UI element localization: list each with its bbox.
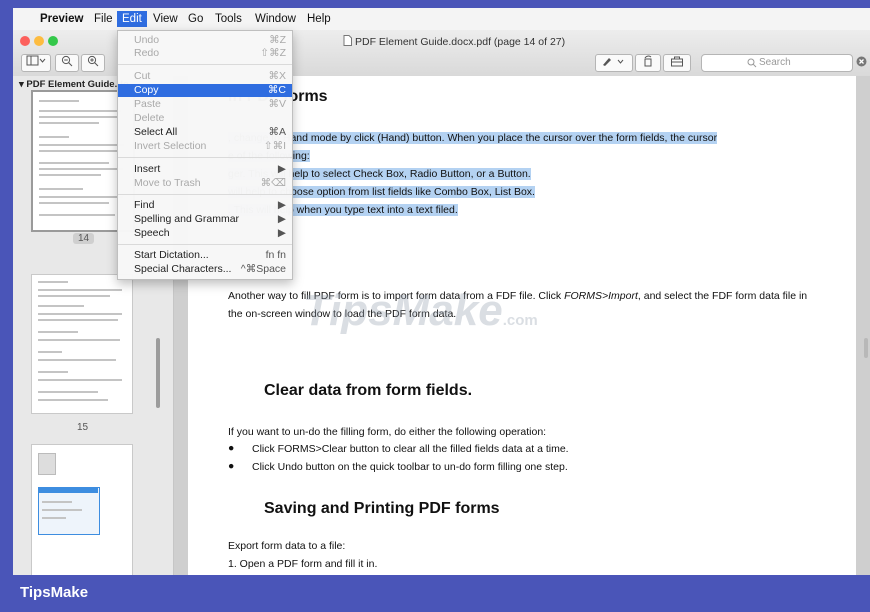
menu-item-delete[interactable]: Delete [118, 112, 292, 125]
menu-item-paste[interactable]: Paste ⌘V [118, 98, 292, 111]
heading-saving-printing: Saving and Printing PDF forms [264, 500, 500, 517]
sidebar-toggle-button[interactable] [21, 54, 51, 72]
menu-preview[interactable]: Preview [35, 11, 88, 27]
markup-pen-button[interactable] [595, 54, 633, 72]
menu-item-insert[interactable]: Insert ▶ [118, 163, 292, 176]
app-window: Preview File Edit View Go Tools Window H… [13, 8, 870, 575]
menu-go[interactable]: Go [183, 11, 208, 27]
sidebar-icon [26, 55, 46, 66]
page-thumbnail-15[interactable] [31, 274, 133, 414]
menu-tools[interactable]: Tools [210, 11, 247, 27]
menu-item-move-to-trash[interactable]: Move to Trash ⌘⌫ [118, 177, 292, 190]
menu-separator [118, 64, 292, 65]
toolbox-button[interactable] [663, 54, 691, 72]
toolbox-icon [671, 56, 683, 67]
bullet-item-2: Click Undo button on the quick toolbar t… [252, 461, 568, 473]
menu-view[interactable]: View [148, 11, 183, 27]
menu-file[interactable]: File [89, 11, 118, 27]
menu-item-select-all[interactable]: Select All ⌘A [118, 126, 292, 139]
heading-clear-data: Clear data from form fields. [264, 382, 473, 399]
search-input[interactable]: Search [701, 54, 853, 72]
watermark: TipsMake.com [303, 286, 538, 335]
zoom-in-button[interactable] [81, 54, 105, 72]
menu-item-copy[interactable]: Copy ⌘C [118, 84, 292, 97]
menu-item-special-characters[interactable]: Special Characters... ^⌘Space [118, 263, 292, 276]
zoom-in-icon [87, 55, 99, 67]
brand-name: TipsMake [20, 584, 89, 601]
menu-item-undo[interactable]: Undo ⌘Z [118, 34, 292, 47]
close-window-button[interactable] [20, 36, 30, 46]
document-scrollbar[interactable] [864, 338, 868, 358]
menu-item-speech[interactable]: Speech ▶ [118, 227, 292, 240]
zoom-window-button[interactable] [48, 36, 58, 46]
bullet-dot: ● [228, 442, 235, 454]
zoom-out-icon [61, 55, 73, 67]
rotate-icon [644, 55, 652, 67]
bullet-dot: ● [228, 460, 235, 472]
minimize-window-button[interactable] [34, 36, 44, 46]
search-placeholder: Search [759, 57, 791, 68]
step-1: 1. Open a PDF form and fill it in. [228, 558, 378, 570]
document-title: PDF Element Guide.docx.pdf (page 14 of 2… [343, 35, 565, 48]
page-label-15: 15 [77, 422, 89, 433]
menu-separator [118, 244, 292, 245]
page-label-14: 14 [73, 233, 95, 244]
menu-help[interactable]: Help [302, 11, 336, 27]
pen-icon [603, 58, 624, 66]
menu-separator [118, 194, 292, 195]
menu-window[interactable]: Window [250, 11, 301, 27]
sidebar-document-title[interactable]: ▾ PDF Element Guide.do [19, 79, 129, 90]
edit-menu-dropdown: Undo ⌘Z Redo ⇧⌘Z Cut ⌘X Copy ⌘C Paste ⌘V Dele… [117, 30, 293, 280]
menu-bar: Preview File Edit View Go Tools Window H… [13, 8, 870, 31]
apple-menu-icon[interactable] [16, 10, 26, 26]
undo-paragraph: If you want to un-do the filling form, d… [228, 426, 547, 438]
bullet-item-1: Click FORMS>Clear button to clear all th… [252, 443, 569, 455]
menu-item-redo[interactable]: Redo ⇧⌘Z [118, 47, 292, 60]
selected-text-line-1[interactable]: , change to Hand mode by click (Hand) bu… [228, 132, 718, 144]
menu-separator [118, 157, 292, 158]
menu-item-cut[interactable]: Cut ⌘X [118, 70, 292, 83]
menu-item-find[interactable]: Find ▶ [118, 199, 292, 212]
page-thumbnail-16[interactable] [31, 444, 133, 575]
pdf-file-icon [343, 35, 352, 46]
menu-edit[interactable]: Edit [117, 11, 147, 27]
document-title-text: PDF Element Guide.docx.pdf (page 14 of 2… [355, 36, 566, 48]
menu-item-invert-selection[interactable]: Invert Selection ⇧⌘I [118, 140, 292, 153]
menu-item-start-dictation[interactable]: Start Dictation... fn fn [118, 249, 292, 262]
brand-banner: TipsMake [0, 575, 870, 612]
search-icon [747, 58, 757, 68]
rotate-button[interactable] [635, 54, 661, 72]
menu-item-spelling-grammar[interactable]: Spelling and Grammar ▶ [118, 213, 292, 226]
clear-search-icon[interactable] [856, 56, 867, 67]
export-paragraph: Export form data to a file: [228, 540, 346, 552]
zoom-out-button[interactable] [55, 54, 79, 72]
sidebar-scrollbar[interactable] [156, 338, 160, 408]
